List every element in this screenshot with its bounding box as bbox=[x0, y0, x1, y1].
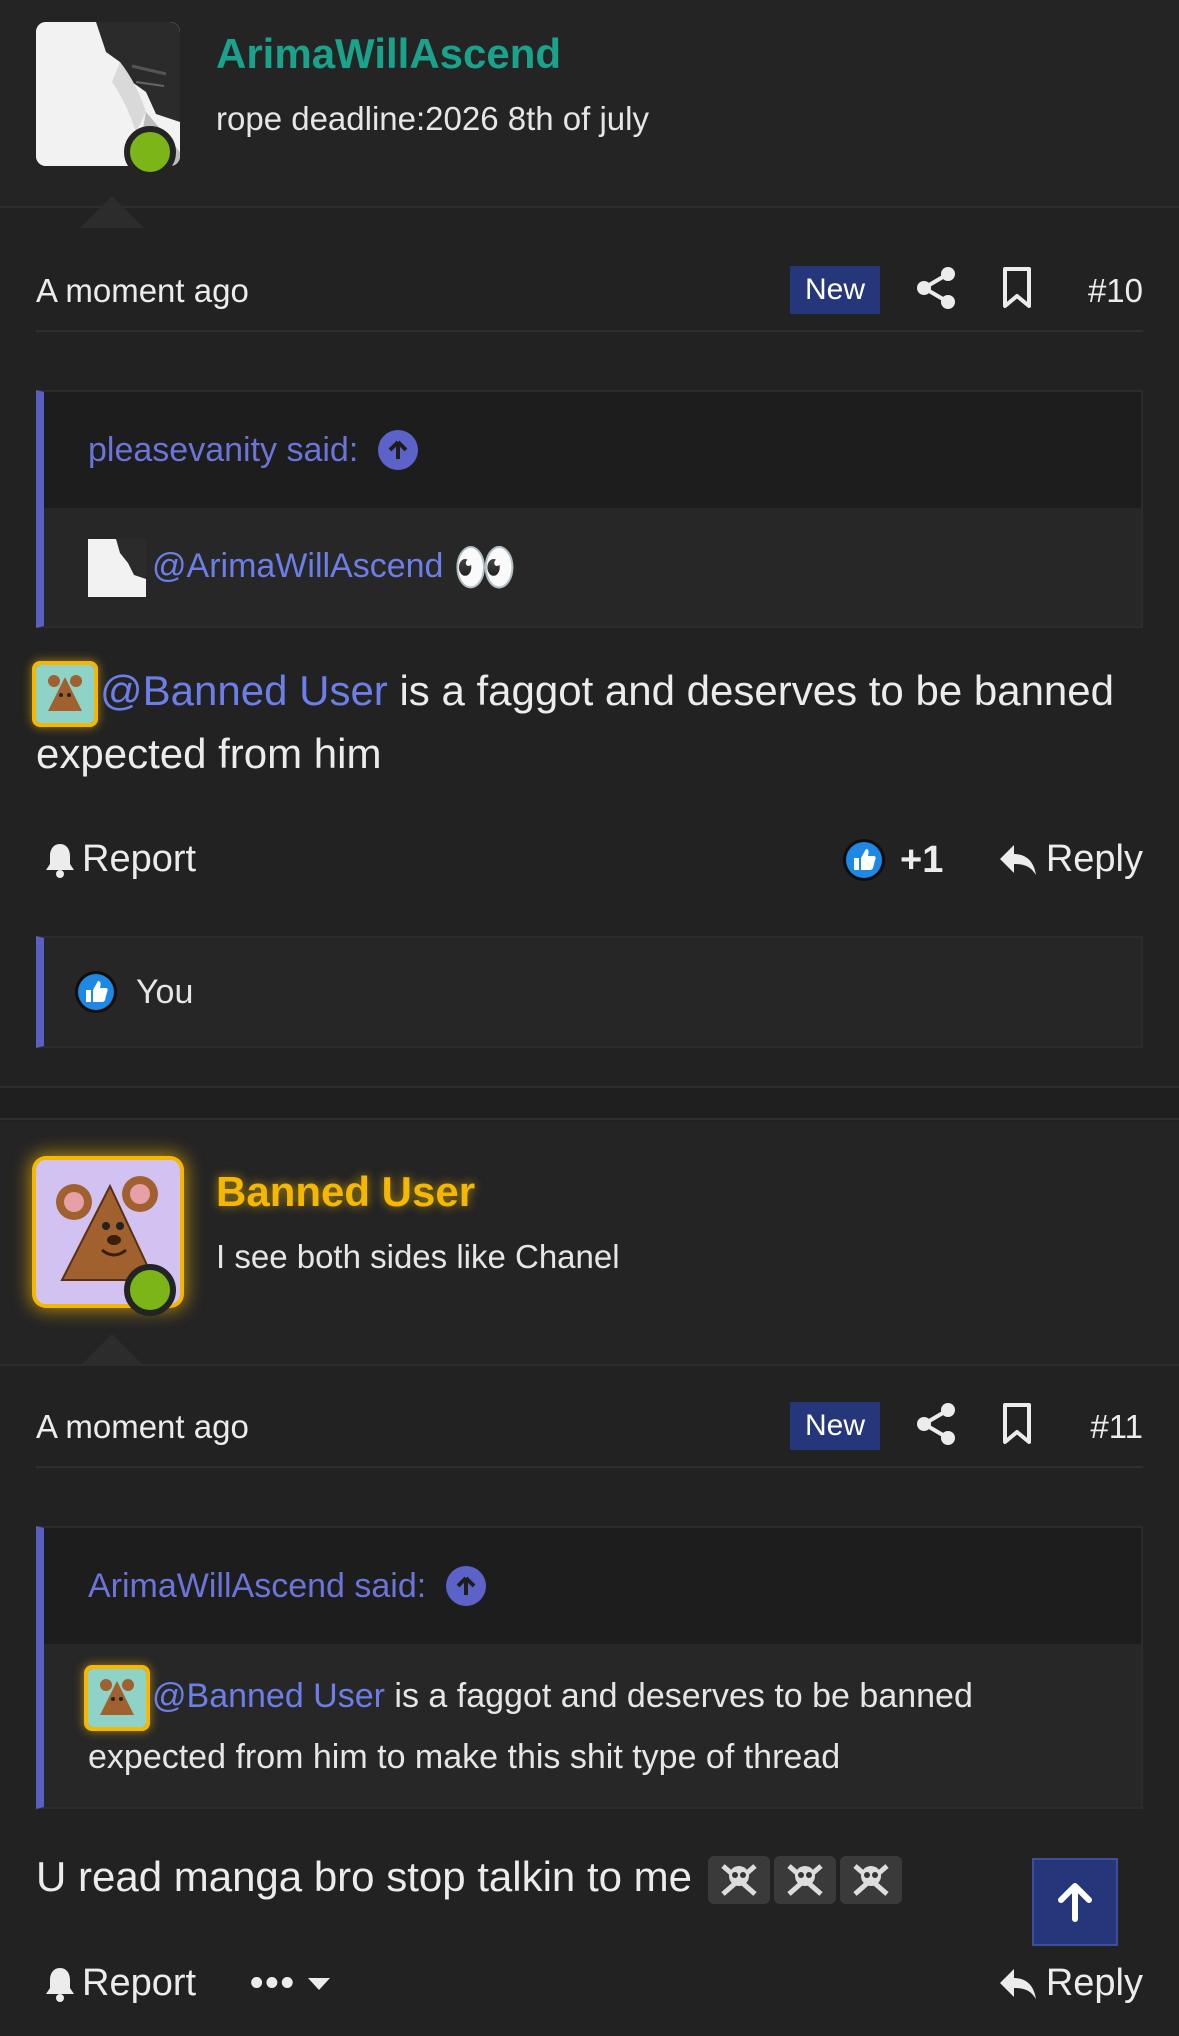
reply-button[interactable]: Reply bbox=[998, 1962, 1143, 2005]
share-icon[interactable] bbox=[914, 266, 958, 310]
report-label: Report bbox=[82, 838, 197, 880]
mention-link[interactable]: @Banned User bbox=[100, 667, 388, 714]
report-button[interactable]: Report bbox=[44, 838, 196, 881]
user-title: I see both sides like Chanel bbox=[216, 1238, 620, 1275]
like-icon bbox=[843, 839, 885, 881]
online-status-indicator bbox=[124, 126, 176, 178]
post-message: @Banned User is a faggot and deserves to… bbox=[36, 660, 1143, 785]
bookmark-icon[interactable] bbox=[1000, 266, 1034, 310]
post-meta-row: A moment ago New #10 bbox=[36, 252, 1143, 332]
username[interactable]: Banned User bbox=[216, 1168, 475, 1216]
post-header: ArimaWillAscend rope deadline:2026 8th o… bbox=[0, 0, 1179, 208]
new-badge: New bbox=[790, 266, 880, 314]
eyes-emoji: 👀 bbox=[452, 539, 518, 598]
online-status-indicator bbox=[124, 1264, 176, 1316]
arrow-up-icon bbox=[1058, 1883, 1092, 1922]
username[interactable]: ArimaWillAscend bbox=[216, 30, 561, 78]
more-label: ••• bbox=[250, 1962, 296, 2004]
bell-icon bbox=[46, 1967, 74, 2002]
reply-icon bbox=[999, 844, 1036, 875]
mention-avatar bbox=[36, 664, 94, 723]
quote-block: ArimaWillAscend said: @Banned User is a … bbox=[36, 1526, 1143, 1810]
reaction-summary[interactable]: +1 bbox=[842, 838, 943, 882]
reactions-bar[interactable]: You bbox=[36, 936, 1143, 1048]
quote-block: pleasevanity said: @ArimaWillAscend 👀 bbox=[36, 390, 1143, 629]
mention-avatar bbox=[88, 1669, 146, 1728]
go-to-quote-icon[interactable] bbox=[378, 430, 419, 470]
quote-header[interactable]: ArimaWillAscend said: bbox=[44, 1528, 1141, 1644]
quote-author[interactable]: pleasevanity said: bbox=[88, 431, 358, 470]
mention-link[interactable]: @Banned User bbox=[152, 1677, 385, 1715]
mention-link[interactable]: @ArimaWillAscend bbox=[152, 547, 443, 585]
like-icon bbox=[75, 971, 117, 1013]
scroll-to-top-button[interactable] bbox=[1032, 1858, 1118, 1946]
post-actions: Report ••• Reply bbox=[36, 1956, 1143, 2016]
new-badge: New bbox=[790, 1402, 880, 1450]
quote-body: @Banned User is a faggot and deserves to… bbox=[44, 1644, 1141, 1807]
post-message: U read manga bro stop talkin to me bbox=[36, 1846, 1143, 1908]
reacted-by[interactable]: You bbox=[136, 973, 193, 1012]
reply-label: Reply bbox=[1045, 838, 1143, 880]
quote-header[interactable]: pleasevanity said: bbox=[44, 392, 1141, 508]
thread-page: ArimaWillAscend rope deadline:2026 8th o… bbox=[0, 0, 1179, 2036]
mention-avatar bbox=[88, 539, 146, 598]
post-timestamp[interactable]: A moment ago bbox=[36, 1408, 249, 1446]
skull-emoji bbox=[773, 1855, 836, 1904]
report-button[interactable]: Report bbox=[44, 1962, 196, 2005]
quote-author[interactable]: ArimaWillAscend said: bbox=[88, 1567, 426, 1606]
post-number[interactable]: #11 bbox=[1090, 1408, 1143, 1446]
post-actions: Report +1 Reply bbox=[36, 832, 1143, 892]
reaction-count: +1 bbox=[900, 838, 944, 881]
more-options-button[interactable]: ••• bbox=[250, 1962, 332, 2005]
reply-icon bbox=[999, 1968, 1036, 1999]
bell-icon bbox=[46, 843, 74, 878]
post-separator bbox=[0, 1086, 1179, 1120]
header-caret bbox=[80, 1334, 144, 1366]
header-caret bbox=[80, 196, 144, 228]
post-number[interactable]: #10 bbox=[1088, 272, 1143, 310]
reply-button[interactable]: Reply bbox=[998, 838, 1143, 881]
post-timestamp[interactable]: A moment ago bbox=[36, 272, 249, 310]
report-label: Report bbox=[82, 1962, 197, 2004]
go-to-quote-icon[interactable] bbox=[446, 1566, 487, 1606]
share-icon[interactable] bbox=[914, 1402, 958, 1446]
reply-label: Reply bbox=[1045, 1962, 1143, 2004]
quote-body: @ArimaWillAscend 👀 bbox=[44, 508, 1141, 626]
post-header: Banned User I see both sides like Chanel bbox=[0, 1122, 1179, 1366]
user-title: rope deadline:2026 8th of july bbox=[216, 100, 649, 137]
skull-emoji bbox=[707, 1855, 770, 1904]
chevron-down-icon bbox=[307, 1977, 330, 1990]
post-meta-row: A moment ago New #11 bbox=[36, 1388, 1143, 1468]
bookmark-icon[interactable] bbox=[1000, 1402, 1034, 1446]
skull-emoji bbox=[839, 1855, 902, 1904]
message-text: U read manga bro stop talkin to me bbox=[36, 1853, 693, 1900]
